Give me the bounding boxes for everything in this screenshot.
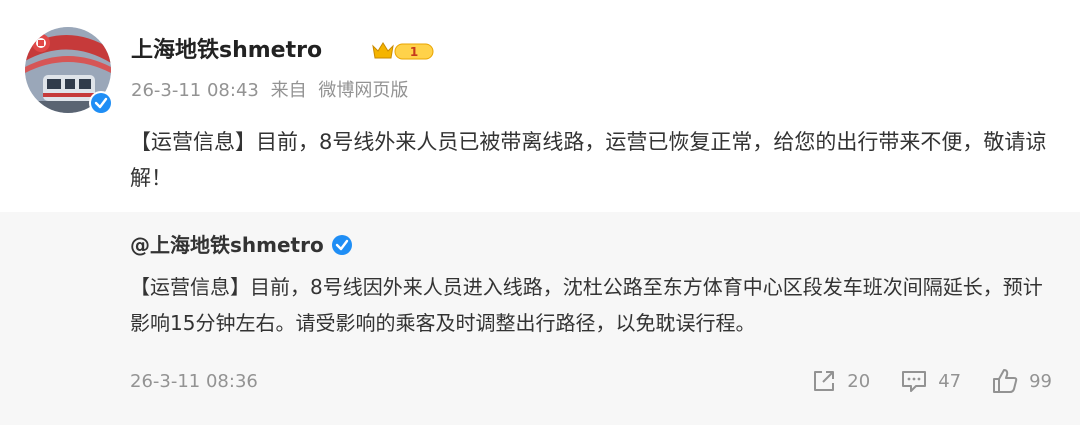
source-prefix: 来自 [270,80,307,101]
verified-icon [91,93,111,113]
badge-level: 1 [410,45,418,59]
member-badge[interactable]: 1 [371,39,435,63]
quoted-author[interactable]: @上海地铁shmetro [130,231,352,259]
repost-button[interactable]: 20 [811,368,870,394]
like-icon [993,369,1018,393]
username[interactable]: 上海地铁shmetro [131,36,322,66]
post-timestamp[interactable]: 26-3-11 08:43 [131,80,259,101]
like-count: 99 [1029,370,1052,392]
member-crown-icon: 1 [372,42,434,60]
quoted-timestamp[interactable]: 26-3-11 08:36 [130,369,258,395]
post-meta: 26-3-11 08:43 来自 微博网页版 [131,78,414,104]
post-text: 【运营信息】目前，8号线外来人员已被带离线路，运营已恢复正常，给您的出行带来不便… [130,130,1047,190]
action-bar: 20 47 99 [781,367,1052,395]
quoted-post[interactable]: @上海地铁shmetro 【运营信息】目前，8号线因外来人员进入线路，沈杜公路至… [0,212,1080,425]
repost-count: 20 [847,370,871,392]
quoted-author-name[interactable]: @上海地铁shmetro [130,231,324,259]
verified-badge [89,91,113,115]
comment-icon [902,371,927,392]
repost-icon [814,371,835,391]
quoted-verified-badge [331,235,352,255]
like-button[interactable]: 99 [991,367,1052,395]
comment-count: 47 [938,370,962,392]
comment-button[interactable]: 47 [900,368,961,394]
post-header: 上海地铁shmetro 1 26-3-11 08:43 来自 微博网页版 [25,27,1065,117]
verified-icon [331,235,352,255]
quoted-text: 【运营信息】目前，8号线因外来人员进入线路，沈杜公路至东方体育中心区段发车班次间… [130,275,1043,335]
post-source[interactable]: 微博网页版 [318,80,408,101]
